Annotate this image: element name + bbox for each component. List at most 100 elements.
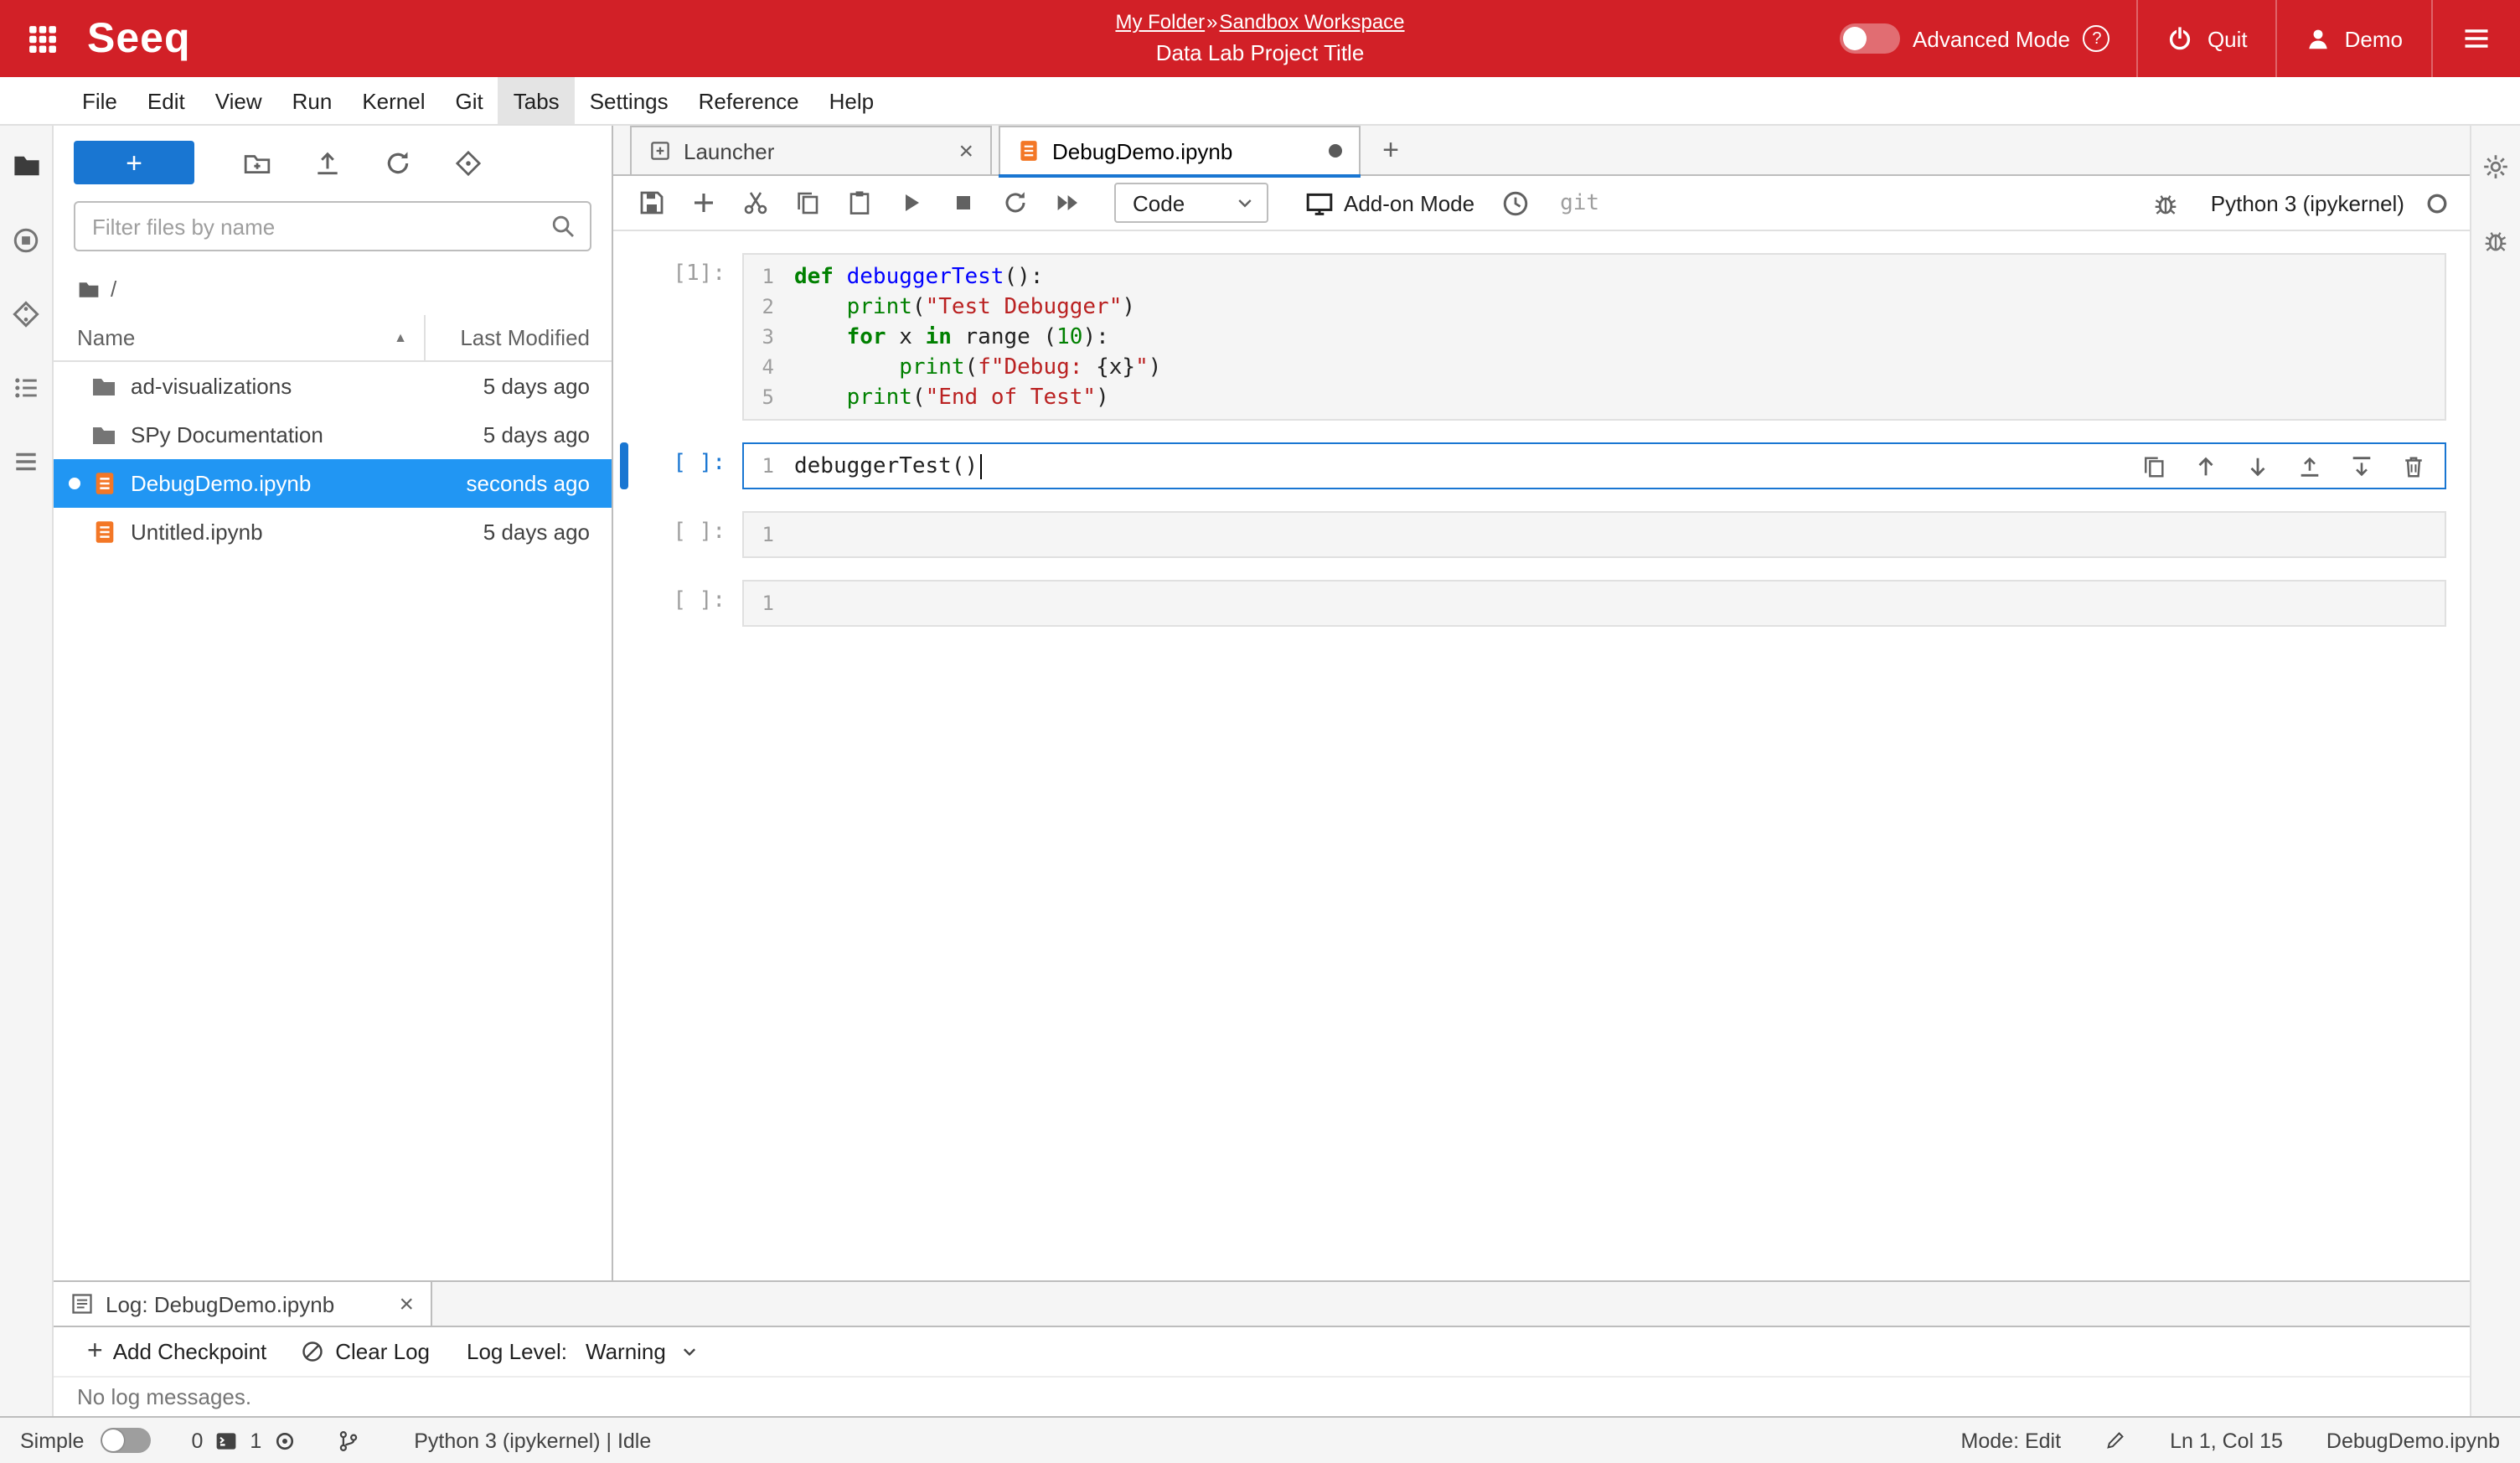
sidebar-tab-property-inspector[interactable]: [2479, 149, 2512, 183]
simple-mode-toggle[interactable]: [101, 1428, 151, 1453]
breadcrumb-workspace-link[interactable]: Sandbox Workspace: [1220, 10, 1405, 34]
unsaved-indicator-dot[interactable]: [1329, 144, 1342, 158]
run-cell-button[interactable]: [886, 181, 935, 225]
debugger-toggle-button[interactable]: [2142, 181, 2191, 225]
close-tab-icon[interactable]: ×: [958, 138, 973, 163]
user-menu-button[interactable]: Demo: [2278, 0, 2431, 77]
notebook-icon: [1017, 139, 1041, 163]
git-clone-button[interactable]: [442, 141, 493, 184]
upload-button[interactable]: [302, 141, 352, 184]
advanced-mode-toggle[interactable]: [1839, 23, 1899, 54]
filter-files-input[interactable]: [74, 201, 591, 251]
app-header: Seeq My Folder»Sandbox Workspace Data La…: [0, 0, 2520, 77]
gear-icon: [2481, 152, 2510, 180]
move-cell-down-button[interactable]: [2239, 447, 2275, 484]
file-row[interactable]: SPy Documentation 5 days ago: [54, 411, 612, 459]
plus-icon: +: [87, 1338, 103, 1365]
code-cell-1: [1]: 1 def debuggerTest(): 2: [613, 253, 2446, 421]
line-number: 3: [744, 325, 794, 349]
user-icon: [2306, 26, 2332, 51]
code-editor[interactable]: 1 def debuggerTest(): 2 print("Test Debu…: [742, 253, 2446, 421]
code-editor[interactable]: 1: [742, 580, 2446, 627]
clear-log-button[interactable]: Clear Log: [287, 1330, 443, 1373]
insert-above-icon: [2296, 453, 2321, 478]
interrupt-kernel-button[interactable]: [938, 181, 987, 225]
tab-log-debugdemo[interactable]: Log: DebugDemo.ipynb ×: [54, 1282, 432, 1326]
insert-cell-below-button[interactable]: [2342, 447, 2379, 484]
delete-cell-button[interactable]: [2394, 447, 2431, 484]
save-button[interactable]: [627, 181, 675, 225]
menu-item[interactable]: Tabs: [498, 77, 575, 124]
checkpoint-history-button[interactable]: [1491, 181, 1540, 225]
insert-cell-button[interactable]: [679, 181, 727, 225]
kernel-name[interactable]: Python 3 (ipykernel): [2211, 190, 2404, 215]
menu-item[interactable]: Reference: [684, 77, 814, 124]
sidebar-tab-extension-manager[interactable]: [9, 444, 43, 478]
log-tab-label: Log: DebugDemo.ipynb: [106, 1291, 334, 1316]
file-row[interactable]: ad-visualizations 5 days ago: [54, 362, 612, 411]
kernel-status-text[interactable]: Python 3 (ipykernel) | Idle: [414, 1429, 651, 1452]
paste-cells-button[interactable]: [834, 181, 883, 225]
new-launcher-button[interactable]: +: [74, 141, 194, 184]
copy-cells-button[interactable]: [782, 181, 831, 225]
notebook-cells: [1]: 1 def debuggerTest(): 2: [613, 231, 2470, 1280]
app-grid-button[interactable]: [17, 13, 67, 64]
cursor-position[interactable]: Ln 1, Col 15: [2170, 1429, 2283, 1452]
log-level-dropdown[interactable]: Warning: [574, 1339, 711, 1364]
quit-label: Quit: [2208, 26, 2248, 51]
sidebar-tab-debugger[interactable]: [2479, 223, 2512, 256]
new-tab-button[interactable]: +: [1367, 126, 1414, 174]
column-header-last-modified[interactable]: Last Modified: [424, 315, 612, 360]
duplicate-cell-button[interactable]: [2135, 447, 2171, 484]
cell-collapser[interactable]: [620, 511, 628, 558]
move-cell-up-button[interactable]: [2187, 447, 2223, 484]
menu-item[interactable]: Run: [277, 77, 348, 124]
menu-item[interactable]: File: [67, 77, 132, 124]
copy-icon: [793, 189, 820, 216]
restart-kernel-button[interactable]: [990, 181, 1039, 225]
file-modified: 5 days ago: [483, 422, 612, 447]
sidebar-tab-running-sessions[interactable]: [9, 223, 43, 256]
close-log-tab-icon[interactable]: ×: [399, 1291, 414, 1316]
active-file-name: DebugDemo.ipynb: [2326, 1429, 2500, 1452]
breadcrumb-my-folder-link[interactable]: My Folder: [1115, 10, 1205, 34]
running-sessions-icon: [12, 225, 40, 254]
menu-item[interactable]: View: [200, 77, 277, 124]
cell-collapser[interactable]: [620, 580, 628, 627]
git-branch-icon[interactable]: [337, 1429, 360, 1452]
launcher-icon: [648, 139, 672, 163]
column-header-name[interactable]: Name ▲: [54, 315, 424, 360]
tab-debugdemo-notebook[interactable]: DebugDemo.ipynb: [999, 126, 1361, 174]
refresh-button[interactable]: [372, 141, 422, 184]
insert-cell-above-button[interactable]: [2290, 447, 2327, 484]
tab-launcher[interactable]: Launcher ×: [630, 126, 992, 174]
code-editor[interactable]: 1: [742, 511, 2446, 558]
file-row[interactable]: DebugDemo.ipynb seconds ago: [54, 459, 612, 508]
cut-cells-button[interactable]: [731, 181, 779, 225]
menu-item[interactable]: Git: [441, 77, 498, 124]
add-checkpoint-button[interactable]: + Add Checkpoint: [74, 1330, 280, 1373]
restart-run-all-button[interactable]: [1042, 181, 1091, 225]
cell-type-dropdown[interactable]: Code: [1114, 183, 1268, 223]
file-browser-breadcrumb[interactable]: /: [54, 266, 612, 315]
active-cell-indicator[interactable]: [620, 442, 628, 489]
menu-item[interactable]: Help: [814, 77, 890, 124]
code-editor[interactable]: 1 debuggerTest(): [742, 442, 2446, 489]
advanced-mode-label: Advanced Mode: [1913, 26, 2070, 51]
hamburger-menu-button[interactable]: [2433, 0, 2520, 77]
sidebar-tab-table-of-contents[interactable]: [9, 370, 43, 404]
menu-item[interactable]: Kernel: [347, 77, 440, 124]
cell-collapser[interactable]: [620, 253, 628, 421]
quit-button[interactable]: Quit: [2139, 0, 2276, 77]
new-folder-button[interactable]: [231, 141, 281, 184]
file-row[interactable]: Untitled.ipynb 5 days ago: [54, 508, 612, 556]
help-icon[interactable]: ?: [2084, 25, 2110, 52]
log-empty-message: No log messages.: [77, 1384, 251, 1409]
addon-mode-button[interactable]: Add-on Mode: [1292, 181, 1488, 225]
menu-item[interactable]: Settings: [575, 77, 684, 124]
sidebar-tab-files[interactable]: [9, 149, 43, 183]
menu-item[interactable]: Edit: [132, 77, 200, 124]
running-sessions-indicator[interactable]: 0 1: [191, 1429, 297, 1452]
sidebar-tab-git[interactable]: [9, 297, 43, 330]
plus-icon: [689, 189, 716, 216]
